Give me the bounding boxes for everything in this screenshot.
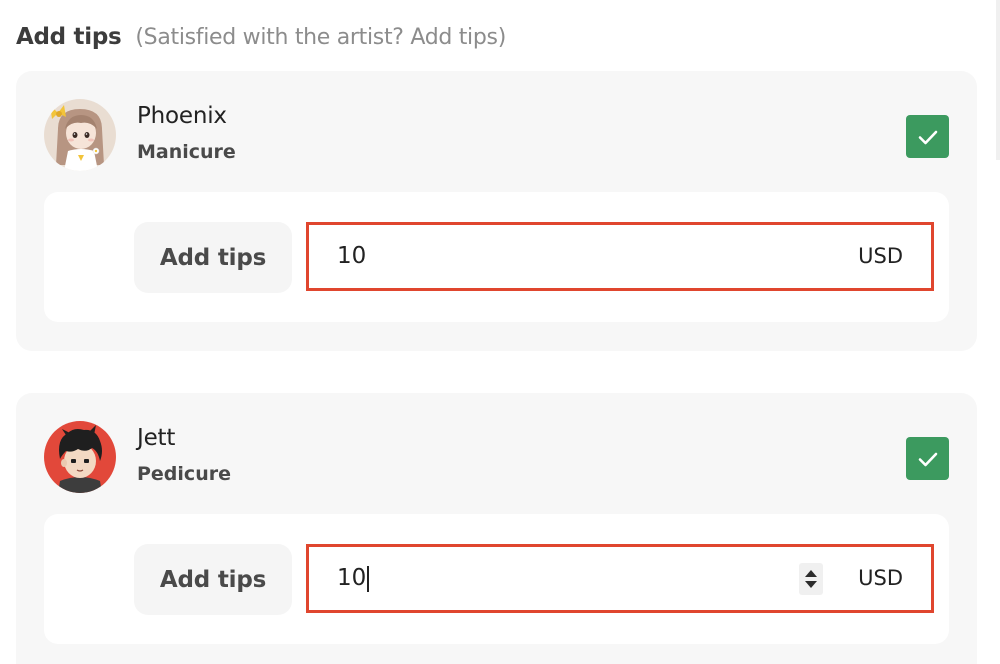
currency-label: USD xyxy=(858,244,903,268)
section-title: Add tips xyxy=(16,24,122,50)
artist-card-jett: Jett Pedicure Add tips 10 USD xyxy=(16,393,977,664)
tip-panel: Add tips 10 USD xyxy=(44,514,949,644)
artist-select-checkbox[interactable] xyxy=(906,115,949,158)
service-name: Pedicure xyxy=(137,463,231,485)
add-tips-button[interactable]: Add tips xyxy=(134,222,292,293)
add-tips-header: Add tips (Satisfied with the artist? Add… xyxy=(16,20,506,54)
tip-amount-input[interactable]: 10 USD xyxy=(306,222,934,291)
spinner-down-icon[interactable] xyxy=(805,581,817,588)
add-tips-button[interactable]: Add tips xyxy=(134,544,292,615)
text-caret xyxy=(367,565,370,592)
girl-avatar-icon xyxy=(44,99,116,171)
boy-avatar-icon xyxy=(44,421,116,493)
artist-name: Phoenix xyxy=(137,103,227,129)
tip-amount-input[interactable]: 10 USD xyxy=(306,544,934,613)
artist-name: Jett xyxy=(137,425,176,451)
artist-select-checkbox[interactable] xyxy=(906,437,949,480)
service-name: Manicure xyxy=(137,141,236,163)
checkmark-icon xyxy=(918,130,937,144)
currency-label: USD xyxy=(858,566,903,590)
tip-amount-text: 10 xyxy=(337,565,367,591)
spinner-up-icon[interactable] xyxy=(805,570,817,577)
number-spinner[interactable] xyxy=(799,563,823,595)
scrollbar[interactable] xyxy=(996,0,1000,160)
artist-card-phoenix: Phoenix Manicure Add tips 10 USD xyxy=(16,71,977,351)
checkmark-icon xyxy=(918,452,937,466)
tip-amount-value: 10 xyxy=(337,547,370,610)
section-subtitle: (Satisfied with the artist? Add tips) xyxy=(135,24,506,50)
add-tips-page: Add tips (Satisfied with the artist? Add… xyxy=(0,0,1000,664)
tip-amount-value: 10 xyxy=(337,243,367,269)
tip-panel: Add tips 10 USD xyxy=(44,192,949,322)
